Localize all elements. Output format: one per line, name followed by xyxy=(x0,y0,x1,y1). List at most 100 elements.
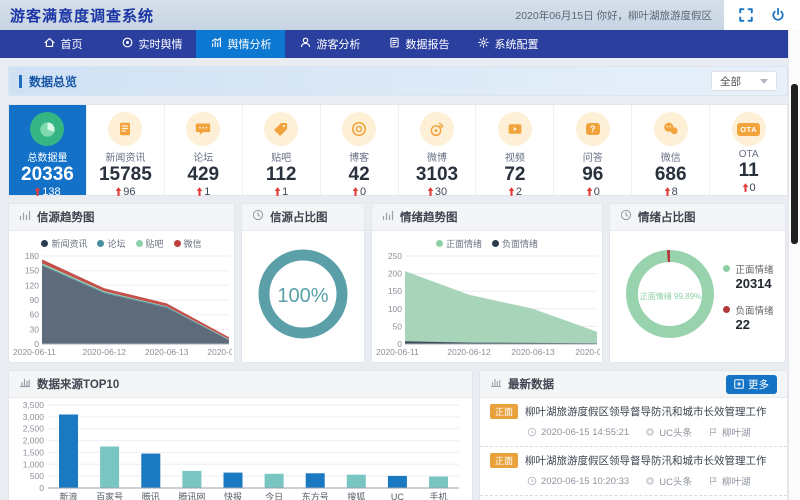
nav-item-realtime[interactable]: 实时舆情 xyxy=(107,30,196,58)
ota-icon: OTA xyxy=(732,112,766,146)
plus-icon xyxy=(734,379,744,389)
svg-text:100: 100 xyxy=(388,304,402,314)
chart-legend: 正面情绪负面情绪 xyxy=(376,235,598,251)
svg-text:200: 200 xyxy=(388,269,402,279)
stat-card-video[interactable]: 视频 72 2 xyxy=(476,105,554,195)
stats-row: 总数据量 20336 138 新闻资讯 15785 96 论坛 429 1 贴吧… xyxy=(8,104,788,196)
svg-text:3,500: 3,500 xyxy=(23,400,45,410)
legend-item[interactable]: 负面情绪 xyxy=(492,237,538,250)
svg-text:2,000: 2,000 xyxy=(23,436,45,446)
power-icon[interactable] xyxy=(770,7,786,23)
svg-text:150: 150 xyxy=(388,286,402,296)
svg-text:2020-06-13: 2020-06-13 xyxy=(145,347,189,357)
nav-item-settings[interactable]: 系统配置 xyxy=(463,30,552,58)
more-button[interactable]: 更多 xyxy=(726,375,777,394)
filter-select[interactable]: 全部 xyxy=(711,71,777,91)
panel-source-trend: 信源趋势图 新闻资讯论坛贴吧微信 03060901201501802020-06… xyxy=(8,203,235,363)
nav-item-analysis[interactable]: 舆情分析 xyxy=(196,30,285,58)
chevron-down-icon xyxy=(760,79,768,84)
legend-item-positive[interactable]: 正面情绪 20314 xyxy=(723,262,773,291)
filter-value: 全部 xyxy=(720,74,741,89)
scrollbar-thumb[interactable] xyxy=(791,84,798,244)
gear-icon xyxy=(477,36,490,52)
panel-title: 最新数据 xyxy=(508,376,554,392)
panel-top10: 数据来源TOP10 05001,0001,5002,0002,5003,0003… xyxy=(8,370,473,500)
emotion-share-donut[interactable]: 正面情绪 99.89% xyxy=(621,245,719,348)
topbar-icon-group xyxy=(724,0,800,30)
bottom-row: 数据来源TOP10 05001,0001,5002,0002,5003,0003… xyxy=(8,370,788,500)
stat-card-wechat[interactable]: 微信 686 8 xyxy=(632,105,710,195)
legend-item-negative[interactable]: 负面情绪 22 xyxy=(723,303,773,332)
red-dot-icon xyxy=(723,306,730,313)
screen: 游客满意度调查系统 2020年06月15日 你好，柳叶湖旅游度假区 首页 实时舆… xyxy=(0,0,800,500)
up-arrow-icon xyxy=(115,187,122,196)
topbar-right: 2020年06月15日 你好，柳叶湖旅游度假区 xyxy=(515,0,800,30)
nav-item-visitor[interactable]: 游客分析 xyxy=(285,30,374,58)
svg-text:2,500: 2,500 xyxy=(23,424,45,434)
trend-chart-icon xyxy=(19,208,31,226)
svg-text:90: 90 xyxy=(30,295,40,305)
top10-bar-chart[interactable]: 05001,0001,5002,0002,5003,0003,500新浪微博百家… xyxy=(14,400,467,500)
nav-item-home[interactable]: 首页 xyxy=(18,30,107,58)
up-arrow-icon xyxy=(508,187,515,196)
question-answer-icon: ? xyxy=(576,112,610,146)
source-trend-chart[interactable]: 03060901201501802020-06-112020-06-122020… xyxy=(13,251,232,357)
nav-label: 舆情分析 xyxy=(228,36,272,52)
source-icon xyxy=(645,476,655,486)
list-item[interactable]: 正面 【柳叶湖】常德柳叶湖集城、湖、山、洲为一体，是天然造化的生态组合盆景...… xyxy=(480,496,787,500)
item-site: 柳叶湖 xyxy=(722,474,751,488)
up-arrow-icon xyxy=(586,187,593,196)
donut-center-value: 100% xyxy=(253,244,353,349)
panel-title: 情绪占比图 xyxy=(638,209,696,225)
stat-card-blog[interactable]: 博客 42 0 xyxy=(321,105,399,195)
legend-item[interactable]: 新闻资讯 xyxy=(41,237,87,250)
list-item[interactable]: 正面 柳叶湖旅游度假区领导督导防汛和城市长效管理工作 2020-06-15 10… xyxy=(480,447,787,496)
stat-card-qa[interactable]: ? 问答 96 0 xyxy=(554,105,632,195)
forum-icon xyxy=(186,112,220,146)
svg-text:今日: 今日 xyxy=(265,491,283,500)
stat-card-forum[interactable]: 论坛 429 1 xyxy=(165,105,243,195)
svg-text:1,500: 1,500 xyxy=(23,447,45,457)
up-arrow-icon xyxy=(34,187,41,196)
svg-text:50: 50 xyxy=(393,321,403,331)
legend-item[interactable]: 贴吧 xyxy=(136,237,164,250)
clock-icon xyxy=(252,208,264,226)
realtime-monitor-icon xyxy=(121,36,134,52)
clock-icon xyxy=(620,208,632,226)
svg-text:120: 120 xyxy=(25,280,39,290)
stat-card-tieba[interactable]: 贴吧 112 1 xyxy=(243,105,321,195)
up-arrow-icon xyxy=(664,187,671,196)
green-dot-icon xyxy=(723,265,730,272)
emotion-trend-chart[interactable]: 0501001502002502020-06-112020-06-122020-… xyxy=(376,251,600,357)
scrollbar[interactable] xyxy=(788,30,800,500)
list-item[interactable]: 正面 柳叶湖旅游度假区领导督导防汛和城市长效管理工作 2020-06-15 14… xyxy=(480,398,787,447)
svg-text:腾讯网: 腾讯网 xyxy=(178,491,205,500)
pie-chart-icon xyxy=(30,112,64,146)
legend-item[interactable]: 论坛 xyxy=(97,237,125,250)
home-icon xyxy=(43,36,56,52)
tag-icon xyxy=(264,112,298,146)
fullscreen-icon[interactable] xyxy=(738,7,754,23)
list-icon xyxy=(490,375,502,393)
svg-text:新浪: 新浪 xyxy=(59,491,77,500)
svg-text:150: 150 xyxy=(25,266,39,276)
up-arrow-icon xyxy=(427,187,434,196)
stat-card-weibo[interactable]: 微博 3103 30 xyxy=(399,105,477,195)
panel-source-share: 信源占比图 100% xyxy=(241,203,365,363)
stat-card-news[interactable]: 新闻资讯 15785 96 xyxy=(87,105,165,195)
stat-card-ota[interactable]: OTA OTA 11 0 xyxy=(710,105,787,195)
stat-card-total[interactable]: 总数据量 20336 138 xyxy=(9,105,87,195)
panel-title: 情绪趋势图 xyxy=(400,209,458,225)
main-nav: 首页 实时舆情 舆情分析 游客分析 数据报告 系统配置 xyxy=(0,30,800,58)
panel-emotion-share: 情绪占比图 正面情绪 99.89% 正面情绪 20314 负面情绪 22 xyxy=(609,203,786,363)
nav-item-report[interactable]: 数据报告 xyxy=(374,30,463,58)
legend-item[interactable]: 微信 xyxy=(174,237,202,250)
item-source: UC头条 xyxy=(659,474,692,488)
svg-text:2020-06-12: 2020-06-12 xyxy=(447,347,491,357)
svg-text:腾讯: 腾讯 xyxy=(142,491,160,500)
bar-chart-icon xyxy=(210,36,223,52)
charts-row: 信源趋势图 新闻资讯论坛贴吧微信 03060901201501802020-06… xyxy=(8,203,788,363)
source-share-donut[interactable]: 100% xyxy=(253,244,353,349)
legend-item[interactable]: 正面情绪 xyxy=(436,237,482,250)
overview-band: 数据总览 全部 xyxy=(8,66,788,96)
